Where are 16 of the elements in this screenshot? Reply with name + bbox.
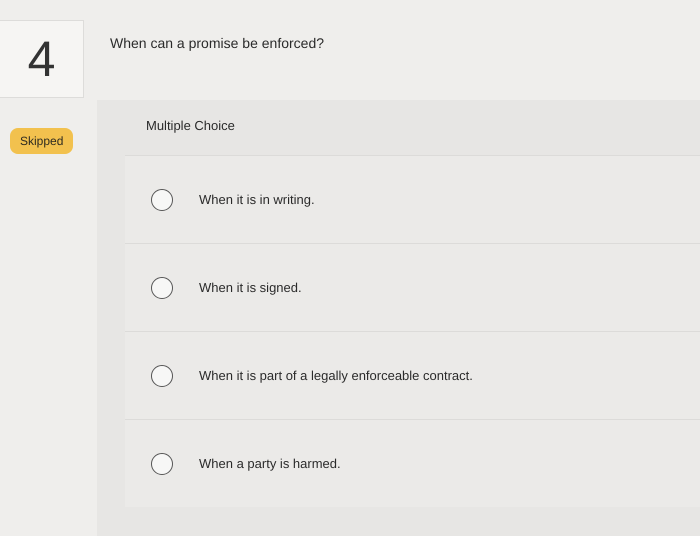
radio-button[interactable] [151,188,173,210]
option-label: When it is in writing. [199,190,315,209]
option-label: When it is signed. [199,278,302,297]
question-type-label: Multiple Choice [146,118,235,133]
question-number: 4 [0,20,84,98]
answer-option[interactable]: When it is signed. [125,243,700,331]
answer-option[interactable]: When it is in writing. [125,155,700,243]
answer-option[interactable]: When a party is harmed. [125,419,700,507]
option-label: When it is part of a legally enforceable contract. [199,366,473,385]
answer-option[interactable]: When it is part of a legally enforceable contract. [125,331,700,419]
status-badge: Skipped [10,128,74,154]
radio-button[interactable] [151,452,173,474]
radio-button[interactable] [151,276,173,298]
question-text: When can a promise be enforced? [109,34,326,53]
radio-button[interactable] [151,364,173,386]
option-label: When a party is harmed. [199,454,341,473]
